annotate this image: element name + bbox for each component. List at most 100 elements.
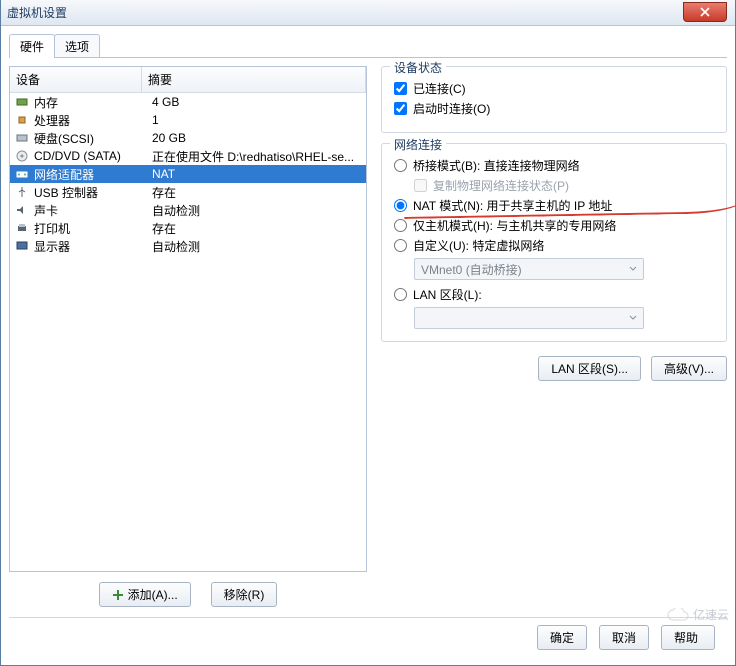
window-title: 虚拟机设置 <box>7 4 67 21</box>
replicate-input <box>414 179 427 192</box>
device-row-6[interactable]: 声卡自动检测 <box>10 201 366 219</box>
device-name: 内存 <box>34 94 152 111</box>
lan-segment-select <box>414 307 644 329</box>
settings-panel: 设备状态 已连接(C) 启动时连接(O) 网络连接 桥接模式(B): 直接连接物… <box>381 66 727 617</box>
replicate-label: 复制物理网络连接状态(P) <box>433 177 569 194</box>
device-row-8[interactable]: 显示器自动检测 <box>10 237 366 255</box>
header-summary: 摘要 <box>142 67 366 92</box>
sound-icon <box>14 203 30 217</box>
custom-select-value: VMnet0 (自动桥接) <box>421 261 522 278</box>
device-row-4[interactable]: 网络适配器NAT <box>10 165 366 183</box>
ok-label: 确定 <box>550 629 574 646</box>
network-icon <box>14 167 30 181</box>
lansegment-radio[interactable]: LAN 区段(L): <box>394 286 714 303</box>
device-row-0[interactable]: 内存4 GB <box>10 93 366 111</box>
watermark: 亿速云 <box>667 606 729 623</box>
poweron-checkbox[interactable]: 启动时连接(O) <box>394 100 714 117</box>
memory-icon <box>14 95 30 109</box>
connected-checkbox[interactable]: 已连接(C) <box>394 80 714 97</box>
tab-options[interactable]: 选项 <box>54 34 100 58</box>
cancel-label: 取消 <box>612 629 636 646</box>
header-device: 设备 <box>10 67 142 92</box>
device-summary: 自动检测 <box>152 202 362 219</box>
device-summary: 正在使用文件 D:\redhatiso\RHEL-se... <box>152 148 362 165</box>
poweron-input[interactable] <box>394 102 407 115</box>
device-buttons: 添加(A)... 移除(R) <box>9 572 367 617</box>
device-row-3[interactable]: CD/DVD (SATA)正在使用文件 D:\redhatiso\RHEL-se… <box>10 147 366 165</box>
bridged-radio[interactable]: 桥接模式(B): 直接连接物理网络 <box>394 157 714 174</box>
remove-button-label: 移除(R) <box>224 586 265 603</box>
device-summary: 20 GB <box>152 131 362 145</box>
device-name: USB 控制器 <box>34 184 152 201</box>
custom-label: 自定义(U): 特定虚拟网络 <box>413 237 544 254</box>
nat-radio[interactable]: NAT 模式(N): 用于共享主机的 IP 地址 <box>394 197 714 214</box>
device-name: 显示器 <box>34 238 152 255</box>
title-bar: 虚拟机设置 <box>1 0 735 26</box>
device-name: CD/DVD (SATA) <box>34 149 152 163</box>
ok-button[interactable]: 确定 <box>537 625 587 650</box>
lansegment-input[interactable] <box>394 288 407 301</box>
device-row-1[interactable]: 处理器1 <box>10 111 366 129</box>
advanced-button[interactable]: 高级(V)... <box>651 356 727 381</box>
tab-strip: 硬件 选项 <box>9 34 727 58</box>
close-icon <box>700 7 710 17</box>
bridged-input[interactable] <box>394 159 407 172</box>
client-area: 硬件 选项 设备 摘要 内存4 GB处理器1硬盘(SCSI)20 GBCD/DV… <box>1 26 735 665</box>
advanced-label: 高级(V)... <box>664 360 714 377</box>
nat-label: NAT 模式(N): 用于共享主机的 IP 地址 <box>413 197 612 214</box>
tab-hardware[interactable]: 硬件 <box>9 34 55 58</box>
device-row-5[interactable]: USB 控制器存在 <box>10 183 366 201</box>
device-list-body: 内存4 GB处理器1硬盘(SCSI)20 GBCD/DVD (SATA)正在使用… <box>10 93 366 255</box>
nat-input[interactable] <box>394 199 407 212</box>
lan-segments-button[interactable]: LAN 区段(S)... <box>538 356 641 381</box>
connected-input[interactable] <box>394 82 407 95</box>
device-name: 处理器 <box>34 112 152 129</box>
hostonly-input[interactable] <box>394 219 407 232</box>
device-name: 打印机 <box>34 220 152 237</box>
device-name: 硬盘(SCSI) <box>34 130 152 147</box>
connected-label: 已连接(C) <box>413 80 466 97</box>
cd-icon <box>14 149 30 163</box>
device-row-2[interactable]: 硬盘(SCSI)20 GB <box>10 129 366 147</box>
device-summary: NAT <box>152 167 362 181</box>
device-list[interactable]: 设备 摘要 内存4 GB处理器1硬盘(SCSI)20 GBCD/DVD (SAT… <box>9 66 367 572</box>
hostonly-radio[interactable]: 仅主机模式(H): 与主机共享的专用网络 <box>394 217 714 234</box>
custom-network-select: VMnet0 (自动桥接) <box>414 258 644 280</box>
lansegment-label: LAN 区段(L): <box>413 286 482 303</box>
custom-radio[interactable]: 自定义(U): 特定虚拟网络 <box>394 237 714 254</box>
dialog-footer: 确定 取消 帮助 <box>9 617 727 657</box>
disk-icon <box>14 131 30 145</box>
printer-icon <box>14 221 30 235</box>
chevron-down-icon <box>629 265 637 273</box>
device-summary: 自动检测 <box>152 238 362 255</box>
cancel-button[interactable]: 取消 <box>599 625 649 650</box>
hostonly-label: 仅主机模式(H): 与主机共享的专用网络 <box>413 217 616 234</box>
device-summary: 1 <box>152 113 362 127</box>
device-summary: 4 GB <box>152 95 362 109</box>
network-connection-group: 网络连接 桥接模式(B): 直接连接物理网络 复制物理网络连接状态(P) NAT… <box>381 143 727 342</box>
content-area: 设备 摘要 内存4 GB处理器1硬盘(SCSI)20 GBCD/DVD (SAT… <box>9 58 727 617</box>
help-label: 帮助 <box>674 629 698 646</box>
device-status-legend: 设备状态 <box>390 59 446 76</box>
device-summary: 存在 <box>152 184 362 201</box>
device-name: 网络适配器 <box>34 166 152 183</box>
remove-button[interactable]: 移除(R) <box>211 582 278 607</box>
network-legend: 网络连接 <box>390 136 446 153</box>
custom-input[interactable] <box>394 239 407 252</box>
cpu-icon <box>14 113 30 127</box>
add-button-label: 添加(A)... <box>128 586 178 603</box>
close-button[interactable] <box>683 2 727 22</box>
bridged-label: 桥接模式(B): 直接连接物理网络 <box>413 157 580 174</box>
device-summary: 存在 <box>152 220 362 237</box>
device-name: 声卡 <box>34 202 152 219</box>
chevron-down-icon <box>629 314 637 322</box>
poweron-label: 启动时连接(O) <box>413 100 490 117</box>
help-button[interactable]: 帮助 <box>661 625 715 650</box>
usb-icon <box>14 185 30 199</box>
watermark-text: 亿速云 <box>693 606 729 623</box>
replicate-checkbox: 复制物理网络连接状态(P) <box>414 177 714 194</box>
device-row-7[interactable]: 打印机存在 <box>10 219 366 237</box>
plus-icon <box>112 589 124 601</box>
add-button[interactable]: 添加(A)... <box>99 582 191 607</box>
device-panel: 设备 摘要 内存4 GB处理器1硬盘(SCSI)20 GBCD/DVD (SAT… <box>9 66 367 617</box>
